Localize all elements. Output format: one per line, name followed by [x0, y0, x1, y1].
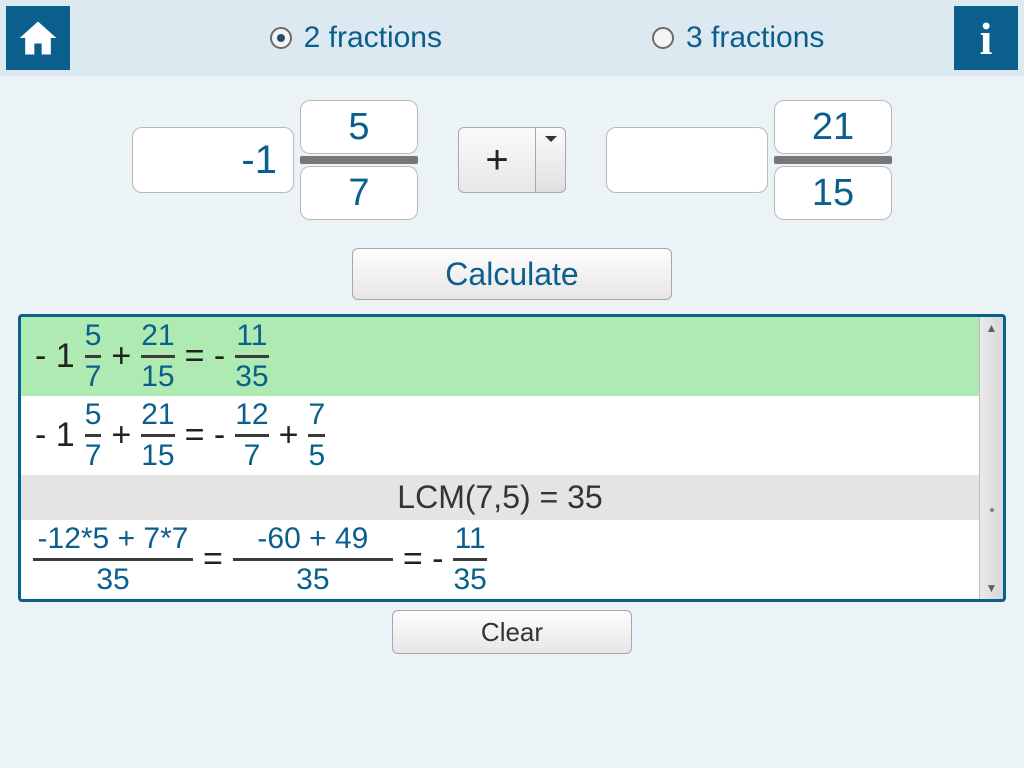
- whole-1-input[interactable]: -1: [132, 127, 294, 193]
- scroll-up-icon: ▲: [986, 321, 998, 335]
- whole-2-input[interactable]: [606, 127, 768, 193]
- numerator-1-value: 5: [348, 106, 369, 149]
- whole-1-value: -1: [241, 138, 277, 183]
- radio-indicator: [652, 27, 674, 49]
- calculate-button[interactable]: Calculate: [352, 248, 672, 300]
- rl2-r2: 75: [304, 400, 329, 471]
- scroll-thumb: [990, 508, 994, 512]
- operator-dropdown[interactable]: [536, 127, 566, 193]
- denominator-1-input[interactable]: 7: [300, 166, 418, 220]
- rl2-lead: - 1: [29, 416, 81, 455]
- radio-3-fractions[interactable]: 3 fractions: [652, 21, 824, 55]
- rl1-op: +: [105, 337, 137, 376]
- numerator-2-input[interactable]: 21: [774, 100, 892, 154]
- fraction-input-row: -1 5 7 + 21 15: [0, 100, 1024, 220]
- fraction-2: 21 15: [606, 100, 892, 220]
- rl2-op2: +: [273, 416, 305, 455]
- rl1-lead: - 1: [29, 337, 81, 376]
- result-line-step2: -12*5 + 7*735 = -60 + 4935 = - 1135: [21, 520, 979, 599]
- fraction-1-column: 5 7: [300, 100, 418, 220]
- rl2-r1: 127: [231, 400, 272, 471]
- clear-button[interactable]: Clear: [392, 610, 632, 654]
- result-line-lcm: LCM(7,5) = 35: [21, 475, 979, 520]
- fraction-bar-1: [300, 156, 418, 164]
- home-button[interactable]: [6, 6, 70, 70]
- result-line-final: - 1 57 + 2115 = - 1135: [21, 317, 979, 396]
- operator-button[interactable]: +: [458, 127, 536, 193]
- info-button[interactable]: i: [954, 6, 1018, 70]
- rl2-op: +: [105, 416, 137, 455]
- rl2-frac2: 2115: [137, 400, 178, 471]
- info-icon: i: [980, 12, 993, 65]
- rl2-frac1: 57: [81, 400, 106, 471]
- result-line-step1: - 1 57 + 2115 = - 127 + 75: [21, 396, 979, 475]
- results-panel: - 1 57 + 2115 = - 1135 - 1 57 + 2115 = -…: [18, 314, 1006, 602]
- rl3-frac2: -60 + 4935: [229, 524, 397, 595]
- rl1-frac2: 2115: [137, 321, 178, 392]
- radio-2-fractions[interactable]: 2 fractions: [270, 21, 442, 55]
- numerator-1-input[interactable]: 5: [300, 100, 418, 154]
- topbar: 2 fractions 3 fractions i: [0, 0, 1024, 76]
- numerator-2-value: 21: [812, 106, 854, 149]
- radio-2-label: 2 fractions: [304, 21, 442, 55]
- rl3-frac1: -12*5 + 7*735: [29, 524, 197, 595]
- radio-3-label: 3 fractions: [686, 21, 824, 55]
- denominator-2-value: 15: [812, 172, 854, 215]
- rl3-result: 1135: [449, 524, 490, 595]
- fraction-count-radio-group: 2 fractions 3 fractions: [70, 21, 1024, 55]
- operator-select[interactable]: +: [458, 127, 566, 193]
- radio-indicator-selected: [270, 27, 292, 49]
- rl3-eq2: = -: [397, 540, 450, 579]
- results-scrollbar[interactable]: ▲ ▼: [979, 317, 1003, 599]
- scroll-down-icon: ▼: [986, 581, 998, 595]
- rl1-eq: = -: [179, 337, 232, 376]
- home-icon: [16, 16, 60, 60]
- rl2-eq: = -: [179, 416, 232, 455]
- operator-value: +: [485, 138, 508, 183]
- results-content: - 1 57 + 2115 = - 1135 - 1 57 + 2115 = -…: [21, 317, 979, 599]
- fraction-2-column: 21 15: [774, 100, 892, 220]
- denominator-2-input[interactable]: 15: [774, 166, 892, 220]
- fraction-1: -1 5 7: [132, 100, 418, 220]
- fraction-bar-2: [774, 156, 892, 164]
- rl1-frac1: 57: [81, 321, 106, 392]
- lcm-text: LCM(7,5) = 35: [397, 479, 602, 516]
- denominator-1-value: 7: [348, 172, 369, 215]
- rl1-result: 1135: [231, 321, 272, 392]
- rl3-eq1: =: [197, 540, 229, 579]
